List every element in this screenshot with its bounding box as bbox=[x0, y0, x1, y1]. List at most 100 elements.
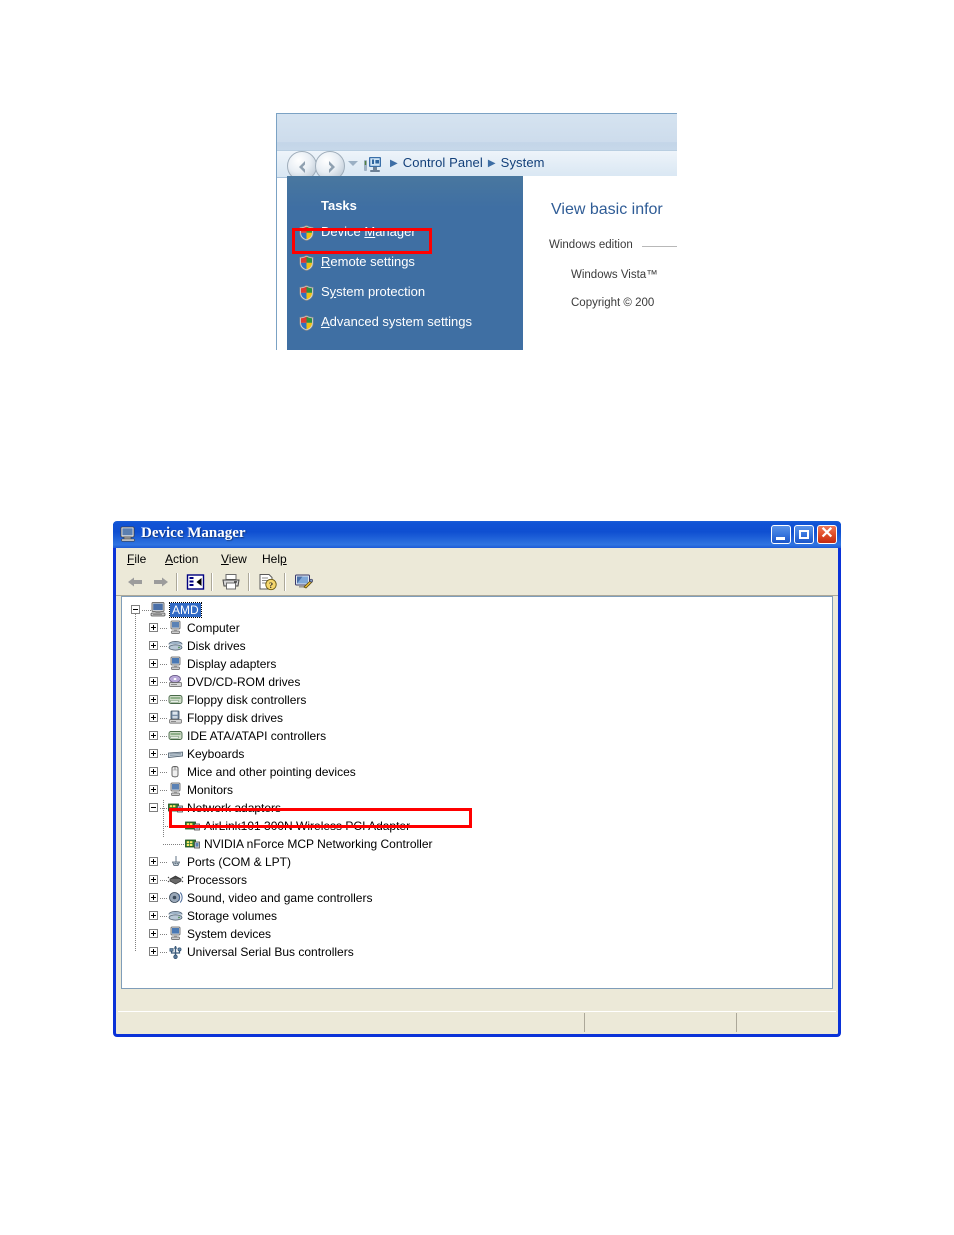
close-icon: ✕ bbox=[820, 525, 834, 542]
window-title: Device Manager bbox=[141, 525, 246, 541]
network-adapter-icon bbox=[185, 839, 200, 849]
device-tree[interactable]: AMD Computer Disk drives Display adapter… bbox=[121, 596, 833, 989]
port-icon bbox=[171, 856, 181, 866]
tree-expander-plus[interactable] bbox=[149, 767, 158, 776]
forward-arrow-icon[interactable] bbox=[152, 573, 170, 591]
show-hide-console-tree-icon[interactable] bbox=[186, 573, 205, 591]
device-manager-window: Device Manager ✕ File Action View Help ?… bbox=[113, 521, 841, 1037]
back-arrow-icon[interactable] bbox=[126, 573, 144, 591]
sidebar-item-label: System protection bbox=[321, 284, 426, 299]
tree-node-label: Ports (COM & LPT) bbox=[187, 855, 292, 869]
toolbar-separator bbox=[176, 573, 178, 591]
tree-expander-plus[interactable] bbox=[149, 929, 158, 938]
tree-node-label: AMD bbox=[169, 602, 202, 618]
computer-icon bbox=[120, 526, 135, 542]
display-adapter-icon bbox=[170, 926, 181, 940]
page-title: View basic infor bbox=[551, 201, 663, 218]
computer-icon bbox=[150, 602, 166, 617]
menu-item-view[interactable]: View bbox=[221, 552, 247, 566]
status-pane-secondary bbox=[584, 1013, 736, 1032]
tree-node-label: DVD/CD-ROM drives bbox=[187, 675, 301, 689]
shield-icon bbox=[299, 255, 314, 271]
tree-node-label: Storage volumes bbox=[187, 909, 278, 923]
tree-expander-minus[interactable] bbox=[131, 605, 140, 614]
tree-node-label: Universal Serial Bus controllers bbox=[187, 945, 354, 959]
tree-node-label: Sound, video and game controllers bbox=[187, 891, 373, 905]
shield-icon bbox=[299, 285, 314, 301]
tree-expander-minus[interactable] bbox=[149, 803, 158, 812]
display-adapter-icon bbox=[170, 656, 181, 670]
menu-bar: File Action View Help bbox=[116, 548, 838, 571]
properties-help-icon[interactable]: ? bbox=[258, 573, 277, 591]
sidebar-item-label: Remote settings bbox=[321, 254, 415, 269]
tree-expander-plus[interactable] bbox=[149, 731, 158, 740]
tree-expander-plus[interactable] bbox=[149, 875, 158, 884]
svg-text:?: ? bbox=[269, 580, 273, 590]
tree-node-label: Keyboards bbox=[187, 747, 245, 761]
tree-expander-plus[interactable] bbox=[149, 713, 158, 722]
status-pane-main bbox=[118, 1013, 584, 1032]
floppy-drive-icon bbox=[169, 710, 182, 724]
section-divider bbox=[642, 246, 677, 247]
usb-icon bbox=[169, 946, 182, 959]
scan-for-hardware-changes-icon[interactable] bbox=[294, 573, 313, 591]
dvd-drive-icon bbox=[169, 675, 182, 687]
tree-node-label: IDE ATA/ATAPI controllers bbox=[187, 729, 327, 743]
tree-node-label: Processors bbox=[187, 873, 248, 887]
title-bar[interactable]: Device Manager ✕ bbox=[113, 521, 841, 548]
tree-node-label: Computer bbox=[187, 621, 240, 635]
breadcrumb-item-control-panel[interactable]: Control Panel bbox=[403, 155, 483, 170]
minimize-button[interactable] bbox=[771, 525, 791, 544]
status-bar bbox=[118, 1011, 836, 1032]
breadcrumb-item-system[interactable]: System bbox=[501, 155, 545, 170]
vista-tasks-sidebar: Tasks Device Manager Remote settings Sys… bbox=[287, 176, 523, 350]
copyright-text: Copyright © 200 bbox=[571, 297, 655, 309]
tree-expander-plus[interactable] bbox=[149, 785, 158, 794]
vista-address-bar: ▶ Control Panel ▶ System bbox=[277, 114, 677, 181]
sound-icon bbox=[169, 892, 183, 903]
toolbar: ? bbox=[116, 570, 838, 596]
toolbar-separator bbox=[248, 573, 250, 591]
computer-device-icon bbox=[170, 620, 181, 634]
windows-edition-value: Windows Vista™ bbox=[571, 269, 658, 281]
tree-expander-plus[interactable] bbox=[149, 911, 158, 920]
tree-connector bbox=[163, 800, 164, 837]
tree-node-label: Display adapters bbox=[187, 657, 277, 671]
menu-item-action[interactable]: Action bbox=[165, 552, 198, 566]
tasks-header: Tasks bbox=[321, 198, 357, 213]
close-button[interactable]: ✕ bbox=[817, 525, 837, 544]
device-manager-annotation-box bbox=[292, 228, 432, 254]
tree-node-label: Disk drives bbox=[187, 639, 246, 653]
tree-expander-plus[interactable] bbox=[149, 659, 158, 668]
menu-item-file[interactable]: File bbox=[127, 552, 146, 566]
shield-icon bbox=[299, 315, 314, 331]
airlink-adapter-annotation-box bbox=[169, 808, 472, 828]
tree-node-label: Floppy disk drives bbox=[187, 711, 284, 725]
tree-node-label: Mice and other pointing devices bbox=[187, 765, 356, 779]
vista-content-pane: View basic infor Windows edition Windows… bbox=[523, 176, 677, 350]
breadcrumb-separator-1: ▶ bbox=[487, 158, 496, 169]
tree-expander-plus[interactable] bbox=[149, 749, 158, 758]
disk-drive-icon bbox=[168, 911, 183, 921]
tree-node-label: NVIDIA nForce MCP Networking Controller bbox=[204, 837, 433, 851]
tree-expander-plus[interactable] bbox=[149, 857, 158, 866]
chevron-down-icon[interactable] bbox=[348, 161, 358, 166]
menu-item-help[interactable]: Help bbox=[262, 552, 287, 566]
controller-icon bbox=[168, 731, 183, 740]
tree-expander-plus[interactable] bbox=[149, 623, 158, 632]
tree-expander-plus[interactable] bbox=[149, 695, 158, 704]
print-icon[interactable] bbox=[221, 573, 241, 591]
breadcrumb-separator-0: ▶ bbox=[390, 158, 398, 169]
tree-expander-plus[interactable] bbox=[149, 677, 158, 686]
tree-expander-plus[interactable] bbox=[149, 641, 158, 650]
mouse-icon bbox=[171, 766, 179, 778]
tree-expander-plus[interactable] bbox=[149, 947, 158, 956]
maximize-button[interactable] bbox=[794, 525, 814, 544]
toolbar-separator bbox=[284, 573, 286, 591]
breadcrumb: ▶ Control Panel ▶ System bbox=[385, 155, 545, 173]
keyboard-icon bbox=[168, 751, 183, 758]
tree-expander-plus[interactable] bbox=[149, 893, 158, 902]
toolbar-separator bbox=[211, 573, 213, 591]
tree-connector bbox=[135, 610, 136, 951]
computer-icon bbox=[364, 157, 381, 172]
